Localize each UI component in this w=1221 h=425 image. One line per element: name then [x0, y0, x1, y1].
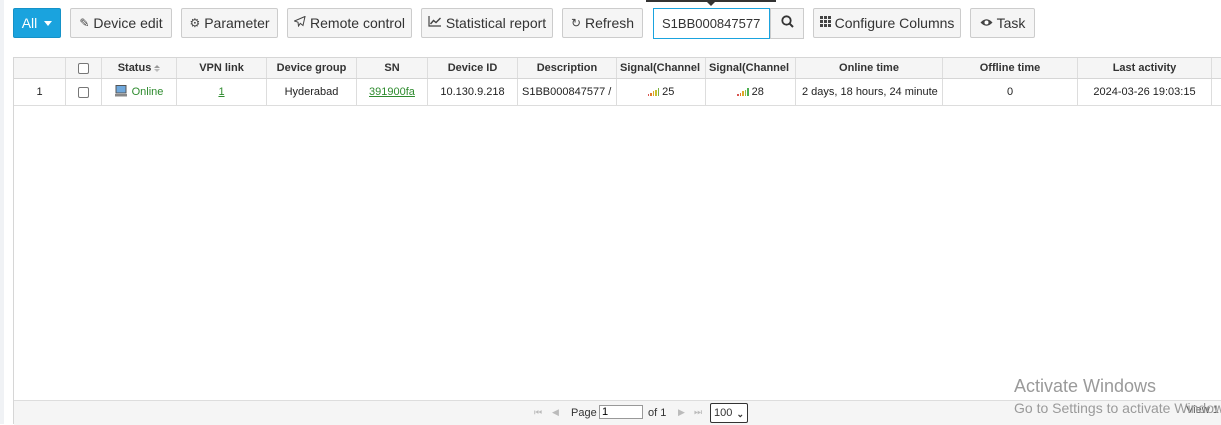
column-header-signal-1[interactable]: Signal(Channel [617, 58, 706, 78]
sort-icon [154, 64, 161, 72]
edit-icon: ✎ [79, 16, 90, 30]
all-label: All [21, 15, 38, 31]
caret-down-icon [44, 20, 53, 26]
page-label: Page [571, 407, 597, 419]
statistical-report-button[interactable]: Statistical report [421, 8, 553, 38]
task-button[interactable]: Task [970, 8, 1035, 38]
signal-bars-icon [737, 88, 749, 96]
eye-icon [980, 16, 993, 30]
column-header-online-time[interactable]: Online time [796, 58, 943, 78]
page-number-input[interactable] [599, 405, 643, 419]
device-edit-label: Device edit [93, 15, 163, 31]
table-header: Status VPN link Device group SN Device I… [14, 58, 1221, 79]
activate-windows-subtitle: Go to Settings to activate Windows. [1014, 400, 1221, 416]
search-button[interactable] [770, 8, 804, 39]
refresh-button[interactable]: ↻ Refresh [562, 8, 643, 38]
remote-control-button[interactable]: Remote control [287, 8, 412, 38]
status-text: Online [131, 86, 164, 98]
device-group-cell: Hyderabad [267, 79, 357, 105]
tooltip-arrow [707, 2, 715, 6]
configure-columns-button[interactable]: Configure Columns [813, 8, 961, 38]
last-page-icon[interactable]: ⏭ [694, 407, 702, 418]
signal-2-cell: 28 [706, 79, 796, 105]
column-header-description[interactable]: Description [518, 58, 617, 78]
page-size-value: 100 [714, 407, 733, 419]
column-header-signal-2[interactable]: Signal(Channel [706, 58, 796, 78]
monitor-icon [114, 84, 128, 100]
row-checkbox-cell [66, 79, 102, 105]
last-activity-cell: 2024-03-26 19:03:15 [1078, 79, 1212, 105]
device-edit-button[interactable]: ✎ Device edit [70, 8, 172, 38]
column-header-device-id[interactable]: Device ID [428, 58, 518, 78]
row-checkbox[interactable] [78, 86, 89, 98]
signal-2-value: 28 [751, 86, 764, 98]
configure-columns-label: Configure Columns [834, 15, 955, 31]
signal-1-cell: 25 [617, 79, 706, 105]
first-page-icon[interactable]: ⏮ [534, 407, 542, 418]
next-page-icon[interactable]: ▶ [678, 407, 685, 418]
rownum-header [14, 58, 66, 78]
activate-windows-title: Activate Windows [1014, 376, 1157, 396]
vpn-link[interactable]: 1 [218, 86, 224, 98]
select-all-header [66, 58, 102, 78]
column-header-offline-time[interactable]: Offline time [943, 58, 1078, 78]
signal-bars-icon [647, 88, 660, 96]
online-time-cell: 2 days, 18 hours, 24 minute [796, 79, 943, 105]
remote-control-label: Remote control [310, 15, 405, 31]
line-chart-icon [428, 16, 442, 30]
device-id-cell: 10.130.9.218 [428, 79, 518, 105]
status-cell: Online [102, 79, 177, 105]
parameter-label: Parameter [204, 15, 270, 31]
search-icon [780, 14, 794, 33]
refresh-icon: ↻ [570, 16, 582, 30]
select-all-checkbox[interactable] [78, 62, 89, 74]
chevron-down-icon: ⌄ [736, 409, 744, 419]
task-label: Task [996, 15, 1026, 31]
description-cell: S1BB000847577 / [518, 79, 617, 105]
prev-page-icon[interactable]: ◀ [552, 407, 559, 418]
column-header-last-activity[interactable]: Last activity [1078, 58, 1212, 78]
statistical-report-label: Statistical report [445, 15, 547, 31]
paper-plane-icon [293, 15, 306, 30]
vpn-link-cell: 1 [177, 79, 267, 105]
column-header-sn[interactable]: SN [357, 58, 428, 78]
left-edge-strip [0, 0, 4, 424]
parameter-button[interactable]: ⚙ Parameter [181, 8, 278, 38]
page-size-select[interactable]: 100 ⌄ [710, 403, 748, 423]
column-header-device-group[interactable]: Device group [267, 58, 357, 78]
device-grid: Status VPN link Device group SN Device I… [13, 57, 1221, 425]
refresh-label: Refresh [585, 15, 635, 31]
search-input[interactable] [653, 8, 770, 39]
page-of-label: of 1 [648, 407, 667, 419]
column-header-vpn-link[interactable]: VPN link [177, 58, 267, 78]
row-number: 1 [14, 79, 66, 105]
table-row[interactable]: 1 Online 1 Hyderabad 391900fa 10.130.9.2… [14, 79, 1221, 106]
gear-icon: ⚙ [189, 16, 201, 30]
toolbar: All ✎ Device edit ⚙ Parameter Remote con… [0, 0, 1221, 46]
grid-icon [819, 16, 831, 30]
sn-cell: 391900fa [357, 79, 428, 105]
offline-time-cell: 0 [943, 79, 1078, 105]
column-header-status[interactable]: Status [102, 58, 177, 78]
sn-link[interactable]: 391900fa [369, 86, 415, 98]
signal-1-value: 25 [662, 86, 675, 98]
all-dropdown-button[interactable]: All [13, 8, 61, 38]
